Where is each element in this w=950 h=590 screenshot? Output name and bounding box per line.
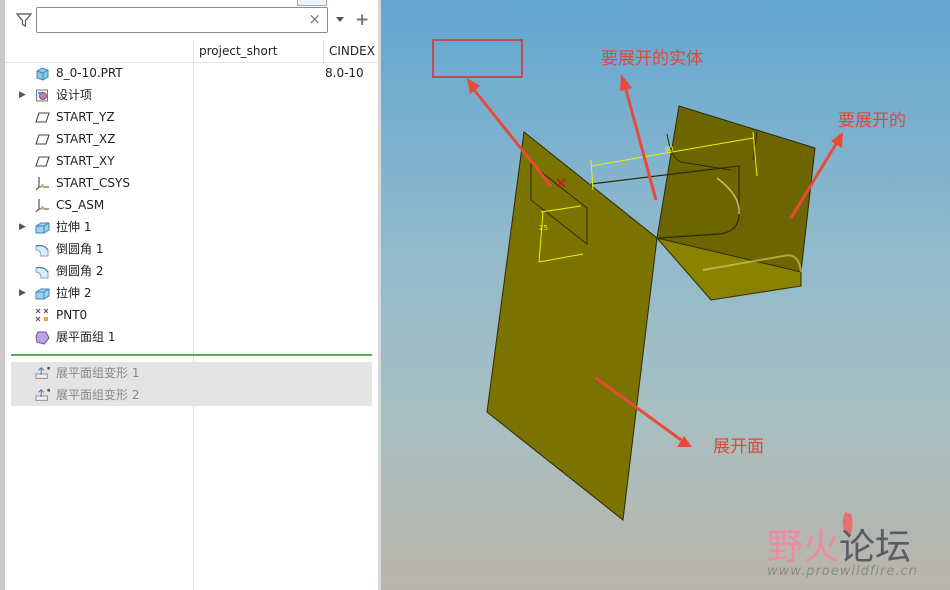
tree-item-label: 展平面组变形 1 — [56, 366, 140, 380]
annotation-flat: 展开面 — [713, 437, 764, 457]
watermark-url: www.proewildfire.cn — [767, 564, 918, 579]
tree-item-label: 拉伸 2 — [56, 286, 92, 300]
expand-arrow-icon[interactable]: ▶ — [19, 282, 27, 304]
watermark-part1: 野火 — [767, 527, 840, 568]
highlight-box — [432, 39, 523, 78]
clear-icon[interactable]: × — [308, 10, 321, 28]
arrowhead — [831, 132, 843, 148]
watermark-logo: 野火论坛 — [767, 518, 911, 570]
round-icon — [35, 266, 49, 279]
watermark-part2: 论坛 — [839, 527, 912, 568]
tree-item-label: START_CSYS — [56, 176, 130, 190]
tree-item-design-items[interactable]: ▶ 设计项 — [5, 84, 372, 106]
tree-item-label: START_YZ — [56, 110, 115, 124]
tree-item-label: 倒圆角 1 — [56, 242, 104, 256]
tree-item-label: START_XZ — [56, 132, 116, 146]
flatten-quilt-icon — [35, 331, 50, 345]
tree-item-round-1[interactable]: 倒圆角 1 — [5, 238, 372, 260]
tree-item-label: 设计项 — [56, 88, 93, 102]
round-icon — [35, 244, 49, 257]
tree-item-cs-asm[interactable]: CS_ASM — [5, 194, 372, 216]
arrow-to-box — [469, 85, 553, 187]
column-header-project-short[interactable]: project_short — [199, 40, 278, 62]
tree-item-pnt0[interactable]: PNT0 — [5, 304, 372, 326]
column-divider — [323, 40, 324, 64]
tree-item-label: 拉伸 1 — [56, 220, 92, 234]
part-icon — [36, 67, 49, 81]
flatten-deform-icon — [35, 366, 50, 379]
model-tree-panel: × + project_short CINDEX 8_0-10.PRT 8.0-… — [5, 0, 378, 590]
add-icon[interactable]: + — [355, 10, 369, 30]
datum-plane-icon — [35, 134, 50, 145]
tree-item-start-xy[interactable]: START_XY — [5, 150, 372, 172]
tree-item-flatten-quilt-1[interactable]: 展平面组 1 — [5, 326, 372, 348]
annotation-surface: 要展开的 — [838, 111, 906, 131]
tree-item-label: 展平面组变形 2 — [56, 388, 140, 402]
graphics-viewport[interactable]: 90 25 要展开的实体 要展开的 展开面 野火论坛 www.proewildf… — [381, 0, 950, 590]
model-view[interactable]: 90 25 — [381, 0, 950, 590]
flatten-deform-icon — [35, 388, 50, 401]
datum-plane-icon — [35, 156, 50, 167]
filter-icon[interactable] — [16, 12, 32, 28]
column-header-cindex[interactable]: CINDEX — [329, 40, 375, 62]
csys-icon — [35, 177, 49, 191]
tree-item-label: PNT0 — [56, 308, 88, 322]
tree-item-start-csys[interactable]: START_CSYS — [5, 172, 372, 194]
search-field[interactable]: × — [36, 7, 328, 33]
insert-indicator[interactable] — [11, 354, 372, 356]
dimension-height-value[interactable]: 25 — [539, 224, 548, 232]
chevron-down-icon[interactable] — [335, 14, 345, 24]
tree-item-label: START_XY — [56, 154, 115, 168]
arrow-to-solid-label — [623, 85, 658, 201]
flat-surface[interactable] — [486, 131, 658, 521]
datum-point-icon — [35, 308, 49, 322]
annotation-solid: 要展开的实体 — [601, 49, 703, 69]
arrowhead — [620, 74, 632, 91]
tree-item-part[interactable]: 8_0-10.PRT 8.0-10 — [5, 62, 372, 84]
tree-item-start-yz[interactable]: START_YZ — [5, 106, 372, 128]
tree-item-extrude-2[interactable]: ▶ 拉伸 2 — [5, 282, 372, 304]
tree-item-round-2[interactable]: 倒圆角 2 — [5, 260, 372, 282]
datum-plane-icon — [35, 112, 50, 123]
tree-item-extrude-1[interactable]: ▶ 拉伸 1 — [5, 216, 372, 238]
filter-toolbar: × + — [5, 5, 378, 35]
tree-item-label: 展平面组 1 — [56, 330, 116, 344]
tree-item-label: CS_ASM — [56, 198, 105, 212]
tree-item-label: 8_0-10.PRT — [56, 66, 123, 80]
csys-icon — [35, 199, 49, 213]
extrude-icon — [35, 288, 50, 300]
cindex-value: 8.0-10 — [325, 66, 364, 80]
tree-item-flatten-deform-1[interactable]: 展平面组变形 1 — [11, 362, 372, 384]
expand-arrow-icon[interactable]: ▶ — [19, 216, 27, 238]
tree-item-flatten-deform-2[interactable]: 展平面组变形 2 — [11, 384, 372, 406]
dimension-width-value[interactable]: 90 — [664, 145, 674, 154]
expand-arrow-icon[interactable]: ▶ — [19, 84, 27, 106]
arrowhead — [467, 78, 480, 94]
design-items-icon — [36, 89, 48, 102]
tree-item-start-xz[interactable]: START_XZ — [5, 128, 372, 150]
extrude-icon — [35, 222, 50, 234]
tree-item-label: 倒圆角 2 — [56, 264, 104, 278]
search-input[interactable] — [41, 9, 305, 33]
